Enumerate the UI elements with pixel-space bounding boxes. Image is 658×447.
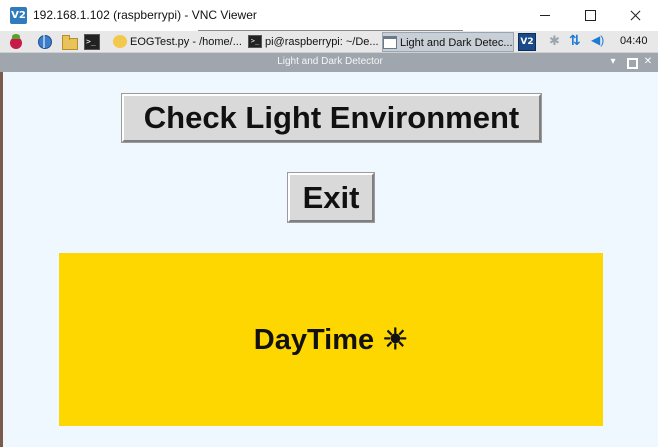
exit-button[interactable]: Exit xyxy=(287,172,375,223)
taskbar-item-label: EOGTest.py - /home/... xyxy=(130,36,242,48)
minimize-icon[interactable]: ▾ xyxy=(606,55,620,69)
taskbar-item-label: pi@raspberrypi: ~/De... xyxy=(265,36,379,48)
clock: 04:40 xyxy=(620,35,648,47)
vnc-titlebar: V2 192.168.1.102 (raspberrypi) - VNC Vie… xyxy=(0,0,658,31)
vnc-viewer-logo-icon: V2 xyxy=(10,7,27,24)
maximize-icon[interactable] xyxy=(567,0,613,31)
taskbar-item-light-dark-detector[interactable]: Light and Dark Detec... xyxy=(382,32,514,52)
result-panel: DayTime ☀ xyxy=(59,253,603,426)
window-title: 192.168.1.102 (raspberrypi) - VNC Viewer xyxy=(33,8,257,22)
raspberry-menu-icon[interactable] xyxy=(8,34,24,50)
web-browser-icon[interactable] xyxy=(37,34,53,50)
check-light-environment-button[interactable]: Check Light Environment xyxy=(121,93,542,143)
vnc-tray-icon[interactable]: V2 xyxy=(518,33,536,51)
result-label: DayTime ☀ xyxy=(253,324,409,356)
taskbar-item-terminal[interactable]: >_ pi@raspberrypi: ~/De... xyxy=(248,32,380,52)
taskbar: >_ EOGTest.py - /home/... >_ pi@raspberry… xyxy=(0,31,658,53)
terminal-icon[interactable]: >_ xyxy=(84,34,100,50)
python-editor-icon xyxy=(113,34,127,48)
bluetooth-icon[interactable]: ✱ xyxy=(549,33,560,49)
file-manager-icon[interactable] xyxy=(61,34,78,50)
network-icon[interactable]: ⇅ xyxy=(569,32,581,49)
app-titlebar: Light and Dark Detector ▾ ✕ xyxy=(0,53,658,72)
terminal-icon: >_ xyxy=(248,34,262,48)
taskbar-item-eogtest[interactable]: EOGTest.py - /home/... xyxy=(113,32,245,52)
taskbar-item-label: Light and Dark Detec... xyxy=(400,37,513,49)
app-title: Light and Dark Detector xyxy=(277,56,383,67)
desktop-edge xyxy=(0,72,3,447)
window-icon xyxy=(383,35,397,49)
minimize-icon[interactable] xyxy=(522,0,568,31)
close-icon[interactable]: ✕ xyxy=(641,55,655,69)
close-icon[interactable] xyxy=(612,0,658,31)
maximize-icon[interactable] xyxy=(624,55,638,69)
volume-icon[interactable]: ◀) xyxy=(591,33,604,47)
